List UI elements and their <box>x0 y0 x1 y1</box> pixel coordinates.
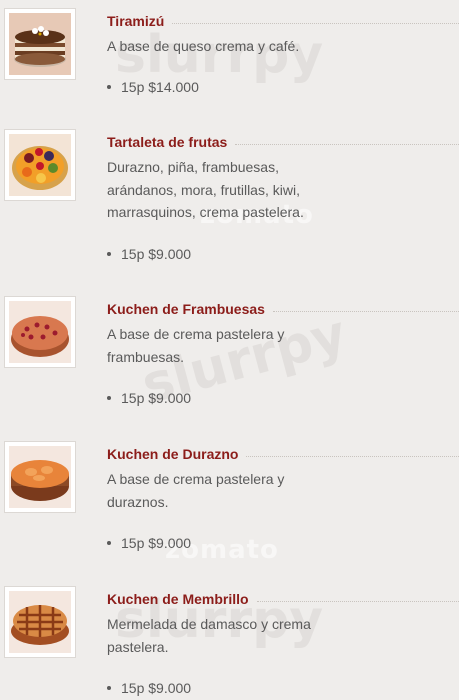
dotted-divider <box>246 455 459 457</box>
bullet-icon <box>107 396 111 400</box>
item-price: 15p $9.000 <box>107 390 191 406</box>
price-label: 15p $14.000 <box>121 79 199 95</box>
bullet-icon <box>107 686 111 690</box>
price-label: 15p $9.000 <box>121 680 192 696</box>
dotted-divider <box>235 143 459 145</box>
menu-item: Kuchen de Durazno A base de crema pastel… <box>0 438 459 578</box>
menu-item: Tartaleta de frutas Durazno, piña, framb… <box>0 126 459 276</box>
price-label: 15p $9.000 <box>121 535 192 551</box>
item-description: Durazno, piña, frambuesas, arándanos, mo… <box>107 159 304 220</box>
item-title-row: Kuchen de Frambuesas <box>107 300 459 318</box>
item-title: Kuchen de Membrillo <box>107 591 249 607</box>
item-description: A base de queso crema y café. <box>107 38 300 54</box>
item-price: 15p $14.000 <box>107 79 199 95</box>
item-description: A base de crema pastelera y frambuesas. <box>107 326 285 365</box>
menu-item: Kuchen de Membrillo Mermelada de damasco… <box>0 583 459 700</box>
item-title: Kuchen de Frambuesas <box>107 301 265 317</box>
bullet-icon <box>107 541 111 545</box>
item-title: Tiramizú <box>107 13 165 29</box>
bullet-icon <box>107 252 111 256</box>
menu-item: Tiramizú A base de queso crema y café. 1… <box>0 5 459 115</box>
item-title-row: Kuchen de Durazno <box>107 445 459 463</box>
bullet-icon <box>107 85 111 89</box>
dotted-divider <box>172 22 459 24</box>
item-title: Kuchen de Durazno <box>107 446 239 462</box>
raspberry-kuchen-image <box>4 296 76 368</box>
item-description: A base de crema pastelera y duraznos. <box>107 471 285 510</box>
price-label: 15p $9.000 <box>121 390 192 406</box>
price-label: 15p $9.000 <box>121 246 192 262</box>
menu-item: Kuchen de Frambuesas A base de crema pas… <box>0 293 459 433</box>
dotted-divider <box>272 310 459 312</box>
fruit-tart-image <box>4 129 76 201</box>
item-price: 15p $9.000 <box>107 535 191 551</box>
item-price: 15p $9.000 <box>107 246 191 262</box>
tiramisu-cake-image <box>4 8 76 80</box>
dotted-divider <box>256 600 459 602</box>
item-title: Tartaleta de frutas <box>107 134 228 150</box>
item-title-row: Tartaleta de frutas <box>107 133 459 151</box>
item-title-row: Kuchen de Membrillo <box>107 590 459 608</box>
item-title-row: Tiramizú <box>107 12 459 30</box>
peach-kuchen-image <box>4 441 76 513</box>
item-description: Mermelada de damasco y crema pastelera. <box>107 616 311 655</box>
item-price: 15p $9.000 <box>107 680 191 696</box>
quince-kuchen-image <box>4 586 76 658</box>
